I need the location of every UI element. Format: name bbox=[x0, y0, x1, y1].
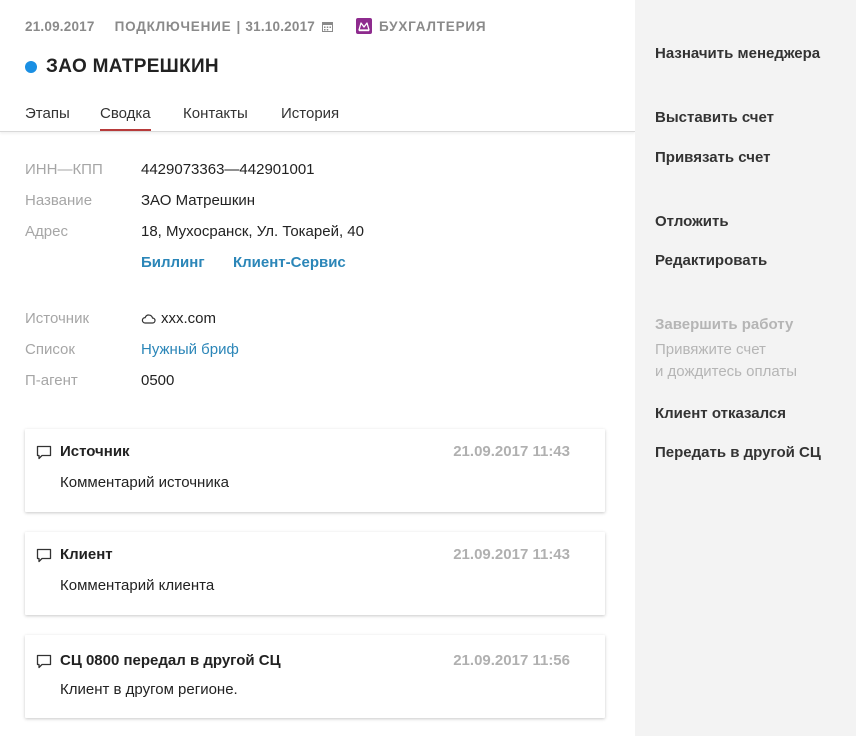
status-label: ПОДКЛЮЧЕНИЕ bbox=[114, 18, 232, 34]
name-label: Название bbox=[25, 192, 93, 209]
issue-invoice-button[interactable]: Выставить счет bbox=[655, 109, 774, 126]
department-label: БУХГАЛТЕРИЯ bbox=[379, 18, 487, 34]
tab-history[interactable]: История bbox=[281, 105, 339, 129]
comment-card: Клиент 21.09.2017 11:43 Комментарий клие… bbox=[25, 532, 605, 615]
agent-label: П-агент bbox=[25, 372, 78, 389]
inn-value: 4429073363—442901001 bbox=[141, 161, 315, 178]
main-panel: 21.09.2017 ПОДКЛЮЧЕНИЕ | 31.10.2017 БУХГ… bbox=[0, 0, 635, 736]
comment-title: СЦ 0800 передал в другой СЦ bbox=[60, 652, 281, 669]
comment-text: Комментарий источника bbox=[60, 474, 229, 491]
comment-time: 21.09.2017 11:56 bbox=[453, 652, 570, 669]
company-name: ЗАО МАТРЕШКИН bbox=[46, 56, 219, 77]
department-badge: БУХГАЛТЕРИЯ bbox=[356, 18, 486, 34]
status-dot bbox=[25, 61, 37, 73]
postpone-button[interactable]: Отложить bbox=[655, 213, 729, 230]
finish-hint-line1: Привяжите счет bbox=[655, 341, 766, 358]
created-date: 21.09.2017 bbox=[25, 18, 95, 34]
status-date: 31.10.2017 bbox=[245, 18, 315, 34]
billing-link[interactable]: Биллинг bbox=[141, 254, 205, 271]
source-value: xxx.com bbox=[141, 310, 216, 328]
list-label: Список bbox=[25, 341, 75, 358]
comment-icon bbox=[36, 654, 52, 674]
comment-card: Источник 21.09.2017 11:43 Комментарий ис… bbox=[25, 429, 605, 512]
comment-time: 21.09.2017 11:43 bbox=[453, 546, 570, 563]
finish-hint-line2: и дождитесь оплаты bbox=[655, 363, 798, 380]
client-refused-button[interactable]: Клиент отказался bbox=[655, 405, 786, 422]
comment-card: СЦ 0800 передал в другой СЦ 21.09.2017 1… bbox=[25, 635, 605, 718]
cloud-icon bbox=[141, 311, 156, 328]
comment-icon bbox=[36, 445, 52, 465]
agent-value: 0500 bbox=[141, 372, 175, 389]
attach-invoice-button[interactable]: Привязать счет bbox=[655, 149, 770, 166]
tab-stages[interactable]: Этапы bbox=[25, 105, 70, 129]
tab-summary[interactable]: Сводка bbox=[100, 105, 151, 131]
header-meta: 21.09.2017 ПОДКЛЮЧЕНИЕ | 31.10.2017 БУХГ… bbox=[25, 17, 486, 35]
source-label: Источник bbox=[25, 310, 90, 327]
comment-title: Источник bbox=[60, 443, 130, 460]
comment-title: Клиент bbox=[60, 546, 113, 563]
inn-label: ИНН—КПП bbox=[25, 161, 103, 178]
comment-time: 21.09.2017 11:43 bbox=[453, 443, 570, 460]
tab-contacts[interactable]: Контакты bbox=[183, 105, 248, 129]
list-link[interactable]: Нужный бриф bbox=[141, 341, 239, 358]
address-label: Адрес bbox=[25, 223, 68, 240]
comment-text: Комментарий клиента bbox=[60, 577, 215, 594]
actions-sidebar: Назначить менеджера Выставить счет Привя… bbox=[635, 0, 856, 736]
transfer-button[interactable]: Передать в другой СЦ bbox=[655, 444, 821, 461]
tab-bar: Этапы Сводка Контакты История bbox=[0, 100, 635, 132]
status-separator: | bbox=[236, 18, 241, 34]
name-value: ЗАО Матрешкин bbox=[141, 192, 256, 209]
comment-text: Клиент в другом регионе. bbox=[60, 681, 238, 698]
page-title: ЗАО МАТРЕШКИН bbox=[25, 56, 219, 78]
comment-icon bbox=[36, 548, 52, 568]
finish-work-button: Завершить работу bbox=[655, 316, 794, 333]
edit-button[interactable]: Редактировать bbox=[655, 252, 767, 269]
calendar-icon[interactable] bbox=[322, 21, 333, 32]
assign-manager-button[interactable]: Назначить менеджера bbox=[655, 45, 820, 62]
client-service-link[interactable]: Клиент-Сервис bbox=[233, 254, 346, 271]
accounting-icon bbox=[356, 18, 372, 34]
address-value: 18, Мухосранск, Ул. Токарей, 40 bbox=[141, 223, 364, 240]
source-domain: xxx.com bbox=[161, 310, 217, 327]
